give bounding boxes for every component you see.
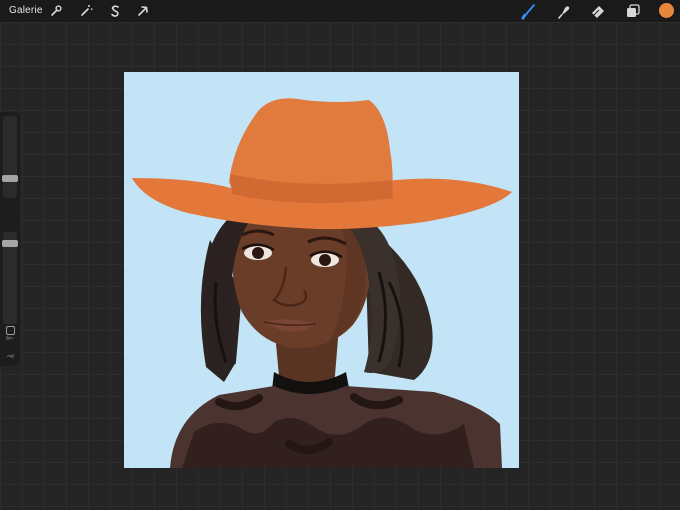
brush-size-thumb[interactable] (2, 175, 18, 182)
redo-arrow-icon[interactable] (4, 350, 16, 362)
magic-wand-icon[interactable] (77, 2, 95, 20)
layers-icon[interactable] (624, 2, 642, 20)
smudge-icon[interactable] (555, 2, 573, 20)
drawing-canvas[interactable] (124, 72, 519, 468)
arrow-cursor-icon[interactable] (134, 2, 152, 20)
left-sidebar (0, 112, 20, 366)
brush-size-slider[interactable] (2, 116, 18, 198)
color-picker-button[interactable] (659, 3, 674, 18)
wrench-icon[interactable] (47, 2, 65, 20)
gallery-button[interactable]: Galerie (9, 5, 43, 16)
opacity-thumb[interactable] (2, 240, 18, 247)
top-toolbar: Galerie (0, 0, 680, 22)
brush-icon[interactable] (520, 2, 538, 20)
opacity-slider[interactable] (2, 232, 18, 324)
portrait-artwork (132, 98, 512, 468)
eraser-icon[interactable] (589, 2, 607, 20)
selection-s-icon[interactable] (106, 2, 124, 20)
undo-arrow-icon[interactable] (4, 332, 16, 344)
